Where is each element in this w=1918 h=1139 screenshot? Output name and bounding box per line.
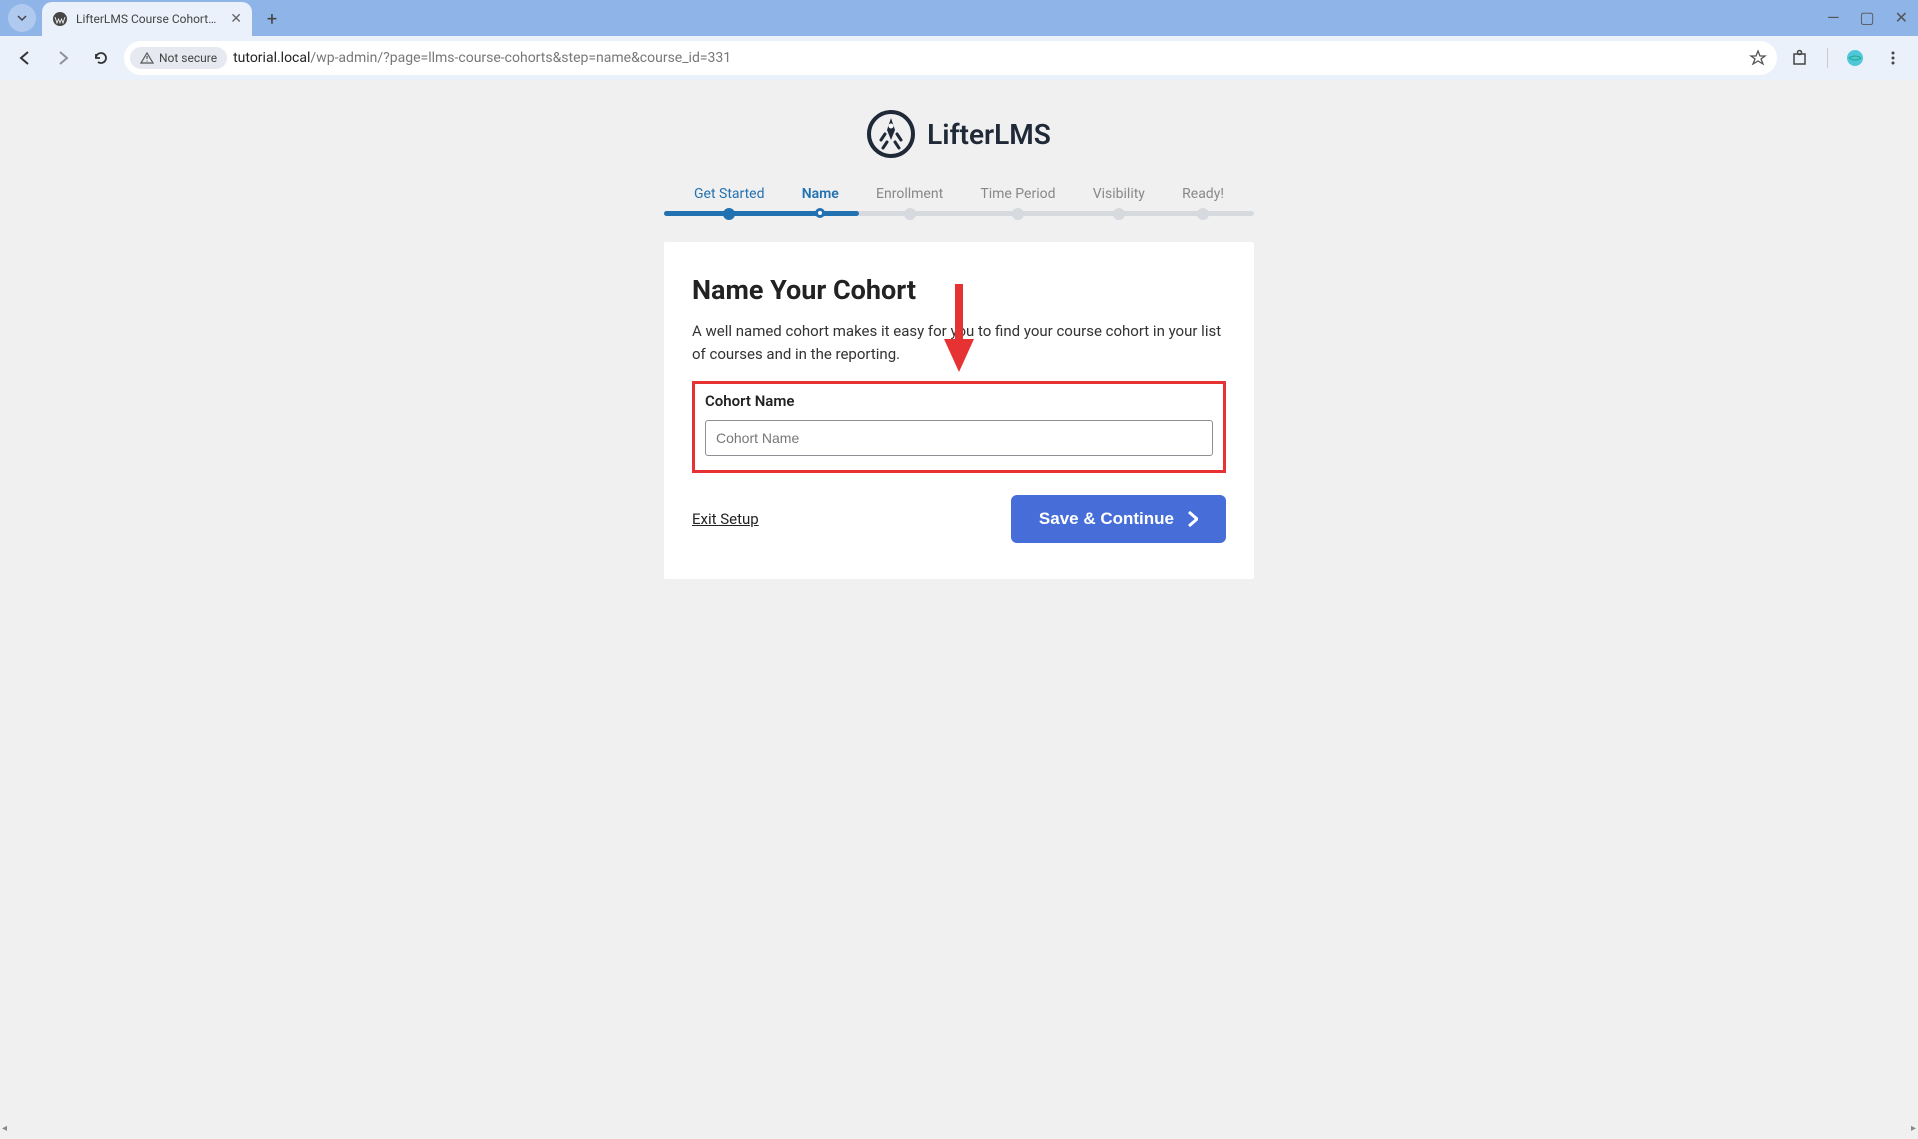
page-body: LifterLMS Get Started Name Enrollment Time … (0, 80, 1918, 1139)
reload-button[interactable] (86, 43, 116, 73)
lifterlms-icon (867, 110, 915, 158)
reload-icon (92, 49, 110, 67)
back-button[interactable] (10, 43, 40, 73)
exit-setup-link[interactable]: Exit Setup (692, 510, 759, 528)
arrow-left-icon (16, 49, 34, 67)
profile-button[interactable] (1840, 43, 1870, 73)
close-icon[interactable]: ✕ (230, 11, 242, 27)
highlighted-field-group: Cohort Name (692, 381, 1226, 473)
menu-button[interactable] (1878, 43, 1908, 73)
step-dot (1197, 208, 1209, 220)
chevron-right-icon (1188, 511, 1198, 527)
puzzle-icon (1791, 49, 1809, 67)
step-dot (904, 208, 916, 220)
scroll-left-indicator[interactable]: ◂ (2, 1123, 7, 1139)
cohort-name-input[interactable] (705, 420, 1213, 456)
forward-button[interactable] (48, 43, 78, 73)
logo-text: LifterLMS (927, 118, 1051, 151)
url-text: tutorial.local/wp-admin/?page=llms-cours… (233, 50, 1737, 66)
maximize-button[interactable]: ▢ (1859, 8, 1874, 27)
chevron-down-icon (16, 12, 28, 24)
dots-vertical-icon (1885, 50, 1901, 66)
browser-toolbar: Not secure tutorial.local/wp-admin/?page… (0, 36, 1918, 80)
step-dot (723, 208, 735, 220)
window-controls: — ▢ ✕ (1827, 8, 1908, 27)
step-dot (1012, 208, 1024, 220)
step-dot (1113, 208, 1125, 220)
step-enrollment[interactable]: Enrollment (876, 186, 943, 220)
save-continue-label: Save & Continue (1039, 509, 1174, 529)
arrow-right-icon (54, 49, 72, 67)
step-time-period[interactable]: Time Period (980, 186, 1055, 220)
scroll-right-indicator[interactable]: ▸ (1911, 1123, 1916, 1139)
page-description: A well named cohort makes it easy for yo… (692, 320, 1226, 365)
logo: LifterLMS (664, 110, 1254, 158)
step-label: Name (802, 186, 839, 202)
card-actions: Exit Setup Save & Continue (692, 495, 1226, 543)
step-label: Ready! (1182, 186, 1224, 202)
step-label: Get Started (694, 186, 765, 202)
separator (1827, 48, 1828, 68)
new-tab-button[interactable]: + (258, 5, 286, 33)
browser-tab-strip: LifterLMS Course Cohorts ‹ tuto ✕ + — ▢ … (0, 0, 1918, 36)
step-get-started[interactable]: Get Started (694, 186, 765, 220)
page-title: Name Your Cohort (692, 274, 1226, 306)
scroll-corners: ◂ ▸ (0, 1123, 1918, 1139)
globe-icon (1845, 48, 1865, 68)
save-continue-button[interactable]: Save & Continue (1011, 495, 1226, 543)
cohort-name-label: Cohort Name (705, 392, 1213, 410)
address-bar[interactable]: Not secure tutorial.local/wp-admin/?page… (124, 41, 1777, 75)
security-label: Not secure (159, 51, 217, 65)
step-label: Time Period (980, 186, 1055, 202)
extensions-button[interactable] (1785, 43, 1815, 73)
browser-tab[interactable]: LifterLMS Course Cohorts ‹ tuto ✕ (42, 2, 252, 36)
wordpress-icon (52, 11, 68, 27)
security-chip[interactable]: Not secure (130, 47, 227, 69)
star-icon (1749, 49, 1767, 67)
close-window-button[interactable]: ✕ (1895, 8, 1908, 27)
tab-search-dropdown[interactable] (8, 4, 36, 32)
step-label: Visibility (1093, 186, 1145, 202)
step-ready-[interactable]: Ready! (1182, 186, 1224, 220)
setup-card: Name Your Cohort A well named cohort mak… (664, 242, 1254, 579)
step-name[interactable]: Name (802, 186, 839, 220)
step-indicator: Get Started Name Enrollment Time Period Visi… (664, 180, 1254, 220)
tab-title: LifterLMS Course Cohorts ‹ tuto (76, 12, 222, 26)
step-visibility[interactable]: Visibility (1093, 186, 1145, 220)
bookmark-button[interactable] (1743, 43, 1773, 73)
step-dot (815, 208, 825, 218)
warning-icon (140, 51, 154, 65)
step-label: Enrollment (876, 186, 943, 202)
minimize-button[interactable]: — (1827, 8, 1840, 27)
